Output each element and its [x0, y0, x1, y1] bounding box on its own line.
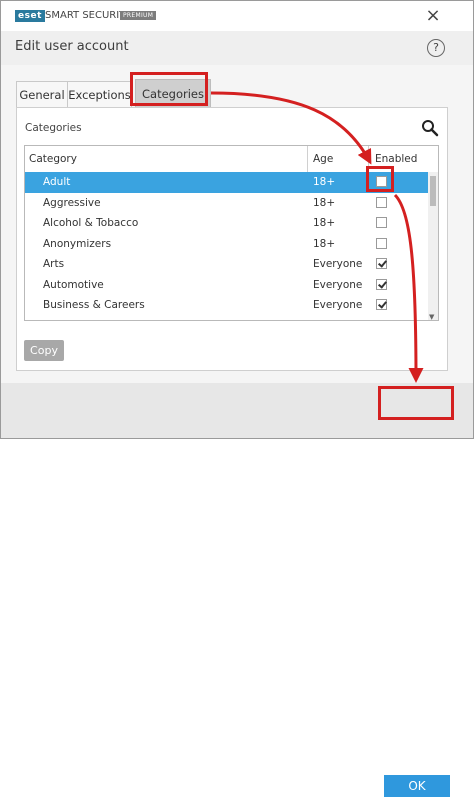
page-title: Edit user account	[15, 39, 129, 54]
ok-button[interactable]: OK	[384, 775, 450, 797]
category-cell: Automotive	[43, 278, 104, 291]
age-cell: Everyone	[313, 299, 363, 311]
category-cell: Alcohol & Tobacco	[43, 217, 139, 229]
panel-label: Categories	[25, 122, 82, 134]
eset-logo: eset	[15, 10, 45, 22]
tab-general[interactable]: General	[16, 81, 68, 107]
edition-badge: PREMIUM	[120, 11, 157, 20]
help-icon[interactable]: ?	[427, 39, 445, 57]
dialog-window: eset SMART SECURITY PREMIUM × Edit user …	[0, 0, 474, 797]
enabled-checkbox-highlight	[366, 166, 394, 192]
age-cell: 18+	[313, 176, 336, 188]
category-cell: Adult	[43, 176, 71, 188]
scroll-down-icon[interactable]: ▼	[429, 313, 434, 320]
column-header-category[interactable]: Category	[25, 146, 308, 172]
categories-panel: Categories Category Age Enabled Adult 18+…	[16, 107, 448, 371]
search-icon[interactable]	[421, 119, 439, 137]
tab-exceptions[interactable]: Exceptions	[68, 81, 132, 107]
table-row[interactable]: Business & Careers Everyone	[25, 295, 428, 316]
vertical-scrollbar[interactable]: ▼	[428, 172, 438, 320]
product-name: SMART SECURITY	[45, 10, 132, 21]
table-row[interactable]: Alcohol & Tobacco 18+	[25, 213, 428, 234]
copy-button[interactable]: Copy	[24, 340, 64, 361]
table-row[interactable]: Arts Everyone	[25, 254, 428, 275]
age-cell: 18+	[313, 237, 336, 250]
table-row[interactable]: Aggressive 18+	[25, 193, 428, 214]
scrollbar-thumb[interactable]	[430, 176, 436, 206]
close-icon[interactable]: ×	[421, 5, 445, 27]
enabled-checkbox[interactable]	[376, 278, 387, 290]
title-bar: eset SMART SECURITY PREMIUM ×	[1, 1, 473, 31]
age-cell: Everyone	[313, 278, 363, 291]
age-cell: Everyone	[313, 258, 363, 270]
enabled-checkbox[interactable]	[376, 237, 387, 249]
dialog-body: General Exceptions Categories Categories…	[1, 65, 473, 383]
category-cell: Business & Careers	[43, 299, 145, 311]
category-cell: Aggressive	[43, 196, 101, 209]
enabled-checkbox[interactable]	[376, 196, 387, 208]
ok-button-highlight	[378, 386, 454, 420]
age-cell: 18+	[313, 217, 336, 229]
enabled-checkbox[interactable]	[376, 217, 387, 228]
dialog-header: Edit user account ?	[1, 31, 473, 65]
category-cell: Anonymizers	[43, 237, 112, 250]
table-row[interactable]: Anonymizers 18+	[25, 234, 428, 255]
enabled-checkbox[interactable]	[376, 299, 387, 310]
categories-tab-highlight	[130, 72, 208, 106]
category-cell: Arts	[43, 258, 65, 270]
column-header-age[interactable]: Age	[308, 146, 369, 172]
table-row[interactable]: Automotive Everyone	[25, 275, 428, 296]
age-cell: 18+	[313, 196, 336, 209]
enabled-checkbox[interactable]	[376, 258, 387, 269]
